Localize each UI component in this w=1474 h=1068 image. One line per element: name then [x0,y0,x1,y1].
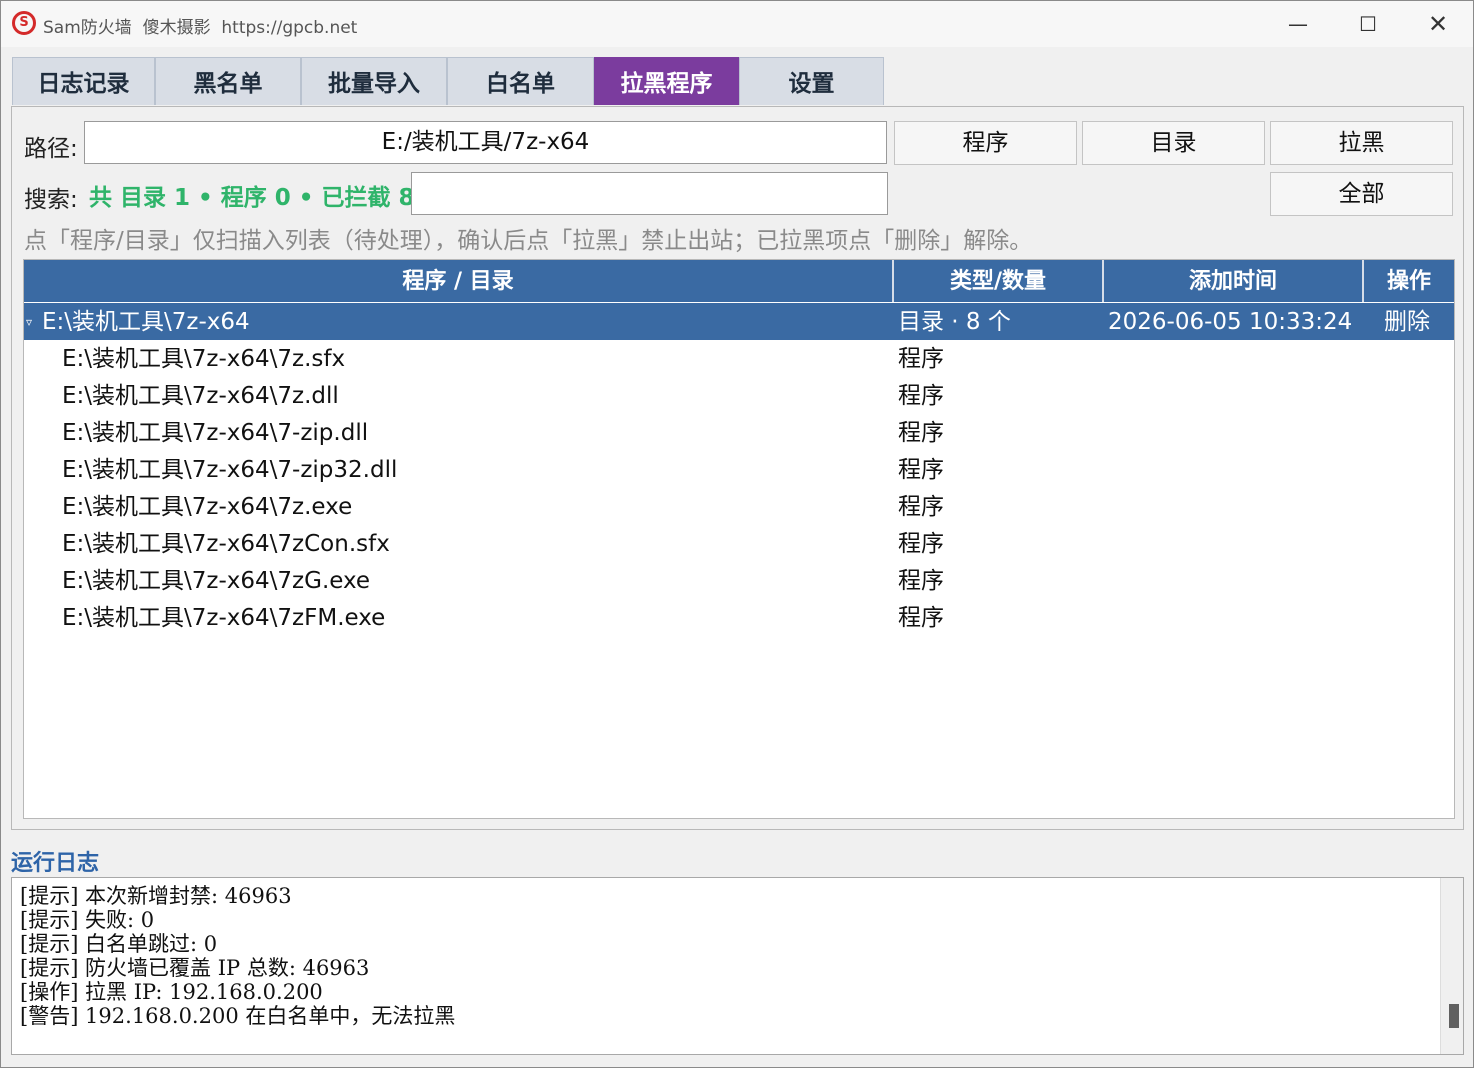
row-type: 程序 [898,346,944,372]
blocked-programs-table: 程序 / 目录 类型/数量 添加时间 操作 ▿ E:\装机工具\7z-x64 目… [23,259,1455,819]
row-type: 目录 · 8 个 [898,309,1011,335]
log-scrollbar[interactable] [1440,878,1463,1054]
tab-whitelist[interactable]: 白名单 [447,57,594,105]
log-output[interactable]: [提示] 本次新增封禁: 46963 [提示] 失败: 0 [提示] 白名单跳过: … [11,877,1464,1055]
firewall-logo-icon: S [12,11,36,35]
stats-summary: 共 目录 1 • 程序 0 • 已拦截 8 [89,185,415,211]
log-lines: [提示] 本次新增封禁: 46963 [提示] 失败: 0 [提示] 白名单跳过: … [20,884,455,1028]
delete-link[interactable]: 删除 [1384,303,1430,341]
row-path: E:\装机工具\7z-x64\7-zip32.dll [62,457,398,483]
scan-directory-button[interactable]: 目录 [1082,121,1265,165]
column-header-time[interactable]: 添加时间 [1104,260,1364,302]
row-type: 程序 [898,531,944,557]
block-button[interactable]: 拉黑 [1270,121,1453,165]
row-path: E:\装机工具\7z-x64 [42,309,250,335]
scrollbar-thumb[interactable] [1449,1004,1459,1028]
block-programs-panel: 路径: E:/装机工具/7z-x64 程序 目录 拉黑 搜索: 共 目录 1 •… [11,106,1464,830]
table-header: 程序 / 目录 类型/数量 添加时间 操作 [24,260,1454,302]
table-row[interactable]: E:\装机工具\7z-x64\7z.sfx 程序 [24,340,1454,377]
column-header-type[interactable]: 类型/数量 [894,260,1104,302]
row-path: E:\装机工具\7z-x64\7zG.exe [62,568,371,594]
table-row-directory[interactable]: ▿ E:\装机工具\7z-x64 目录 · 8 个 2026-06-05 10:… [24,303,1454,341]
table-row[interactable]: E:\装机工具\7z-x64\7zG.exe 程序 [24,562,1454,599]
scan-program-button[interactable]: 程序 [894,121,1077,165]
log-line: [提示] 防火墙已覆盖 IP 总数: 46963 [20,956,370,980]
tab-blacklist[interactable]: 黑名单 [155,57,301,105]
column-header-path[interactable]: 程序 / 目录 [24,260,894,302]
title-bar[interactable]: S Sam防火墙 傻木摄影 https://gpcb.net — ☐ ✕ [1,1,1473,47]
log-line: [提示] 本次新增封禁: 46963 [20,884,292,908]
minimize-button[interactable]: — [1263,1,1333,47]
row-path: E:\装机工具\7z-x64\7-zip.dll [62,420,369,446]
row-path: E:\装机工具\7z-x64\7z.exe [62,494,353,520]
log-line: [提示] 失败: 0 [20,908,155,932]
row-type: 程序 [898,568,944,594]
close-button[interactable]: ✕ [1403,1,1473,47]
tab-log-records[interactable]: 日志记录 [12,57,155,105]
table-row[interactable]: E:\装机工具\7z-x64\7z.dll 程序 [24,377,1454,414]
log-line: [警告] 192.168.0.200 在白名单中，无法拉黑 [20,1004,456,1028]
column-header-action[interactable]: 操作 [1364,260,1454,302]
log-line: [操作] 拉黑 IP: 192.168.0.200 [20,980,323,1004]
window-title: Sam防火墙 傻木摄影 https://gpcb.net [43,18,358,38]
show-all-button[interactable]: 全部 [1270,172,1453,216]
table-row[interactable]: E:\装机工具\7z-x64\7zCon.sfx 程序 [24,525,1454,562]
path-label: 路径: [24,136,78,162]
row-type: 程序 [898,605,944,631]
row-path: E:\装机工具\7z-x64\7z.dll [62,383,339,409]
path-input[interactable]: E:/装机工具/7z-x64 [84,121,887,164]
app-window: S Sam防火墙 傻木摄影 https://gpcb.net — ☐ ✕ 日志记… [0,0,1474,1068]
row-path: E:\装机工具\7z-x64\7zFM.exe [62,605,386,631]
row-path: E:\装机工具\7z-x64\7z.sfx [62,346,346,372]
log-section-title: 运行日志 [11,851,100,876]
search-input[interactable] [411,172,888,215]
tab-block-programs[interactable]: 拉黑程序 [594,57,739,105]
tab-settings[interactable]: 设置 [739,57,884,105]
table-row[interactable]: E:\装机工具\7z-x64\7z.exe 程序 [24,488,1454,525]
tab-bar: 日志记录 黑名单 批量导入 白名单 拉黑程序 设置 [12,57,884,107]
row-type: 程序 [898,494,944,520]
row-type: 程序 [898,383,944,409]
expand-toggle-icon[interactable]: ▿ [26,303,32,341]
search-label: 搜索: [24,187,78,213]
tab-batch-import[interactable]: 批量导入 [301,57,447,105]
row-type: 程序 [898,420,944,446]
row-type: 程序 [898,457,944,483]
row-path: E:\装机工具\7z-x64\7zCon.sfx [62,531,390,557]
maximize-button[interactable]: ☐ [1333,1,1403,47]
row-time: 2026-06-05 10:33:24 [1108,309,1353,335]
usage-hint: 点「程序/目录」仅扫描入列表（待处理），确认后点「拉黑」禁止出站；已拉黑项点「删… [24,228,1033,254]
table-row[interactable]: E:\装机工具\7z-x64\7zFM.exe 程序 [24,599,1454,636]
table-row[interactable]: E:\装机工具\7z-x64\7-zip32.dll 程序 [24,451,1454,488]
log-line: [提示] 白名单跳过: 0 [20,932,218,956]
table-row[interactable]: E:\装机工具\7z-x64\7-zip.dll 程序 [24,414,1454,451]
